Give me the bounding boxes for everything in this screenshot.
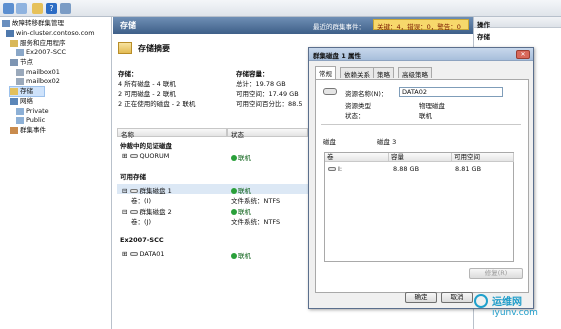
disk-label: 磁盘: [323, 138, 336, 146]
volume-icon: [328, 167, 336, 171]
resource-type-label: 资源类型: [345, 102, 371, 110]
properties-dialog: 群集磁盘 1 属性 ✕ 常规 依赖关系 策略 高级策略 资源名称(N)： DAT…: [308, 47, 534, 309]
disk-icon: [129, 210, 138, 214]
summary-pct: 可用空间百分比：88.5: [236, 100, 303, 108]
nodes-icon: [10, 59, 18, 66]
content-header: 存储 最近的群集事件： 关键：4，错误：0，警告：0: [113, 17, 473, 34]
online-icon: [231, 253, 237, 259]
storage-icon: [10, 88, 18, 95]
group-witness-disk: 仲裁中的见证磁盘: [120, 142, 172, 150]
column-header-capacity[interactable]: 容量: [389, 153, 452, 162]
recent-events-badge[interactable]: 关键：4，错误：0，警告：0: [373, 19, 469, 31]
summary-title: 存储摘要: [138, 44, 170, 53]
disk1-volume: 卷：(I): [131, 197, 151, 205]
table-row[interactable]: ⊟ 群集磁盘 1: [122, 185, 172, 195]
cluster-icon: [6, 30, 14, 37]
status-online: 联机: [231, 206, 251, 216]
online-icon: [231, 155, 237, 161]
forward-icon[interactable]: [16, 3, 27, 14]
server-icon: [16, 78, 24, 85]
group-ex2007: Ex2007-SCC: [120, 236, 164, 244]
folder-icon[interactable]: [32, 3, 43, 14]
close-icon[interactable]: ✕: [516, 50, 530, 59]
services-icon: [10, 40, 18, 47]
actions-header: 操作: [474, 17, 561, 29]
column-header-name[interactable]: 名称: [117, 128, 227, 139]
summary-free: 可用空间：17.49 GB: [236, 90, 299, 98]
online-icon: [231, 209, 237, 215]
disk1-filesystem: 文件系统：NTFS: [231, 197, 281, 205]
online-icon: [231, 188, 237, 194]
site-watermark: 运维网 iyunv.com: [470, 290, 560, 326]
network-icon: [16, 117, 24, 124]
dialog-title: 群集磁盘 1 属性: [309, 48, 533, 61]
volume-list: 卷 容量 可用空间 I: 8.88 GB 8.81 GB: [324, 152, 514, 262]
watermark-text: 运维网: [492, 297, 522, 308]
status-online: 联机: [231, 185, 251, 195]
tab-advanced-policies[interactable]: 高级策略: [398, 67, 432, 79]
disk-icon: [129, 189, 138, 193]
column-header-free[interactable]: 可用空间: [452, 153, 514, 162]
disk2-filesystem: 文件系统：NTFS: [231, 218, 281, 226]
back-icon[interactable]: [3, 3, 14, 14]
server-icon: [16, 69, 24, 76]
divider: [321, 124, 521, 125]
properties-icon[interactable]: [60, 3, 71, 14]
navigation-tree: 故障转移群集管理 win-cluster.contoso.com 服务和应用程序…: [0, 17, 112, 329]
page-title: 存储: [120, 21, 136, 30]
expand-icon[interactable]: ⊞: [122, 250, 127, 258]
service-icon: [16, 49, 24, 56]
tab-dependencies[interactable]: 依赖关系: [340, 67, 374, 79]
tab-policies[interactable]: 策略: [373, 67, 394, 79]
summary-capacity-label: 存储容量：: [236, 70, 269, 78]
disk-icon: [129, 252, 138, 256]
summary-storage-label: 存储：: [118, 70, 138, 78]
list-item[interactable]: I:: [328, 165, 342, 173]
column-header-volume[interactable]: 卷: [325, 153, 389, 162]
status-value: 联机: [419, 112, 432, 120]
summary-disks-total: 4 所有磁盘 - 4 联机: [118, 80, 176, 88]
expand-icon[interactable]: ⊞: [122, 152, 127, 160]
network-icon: [10, 98, 18, 105]
summary-total: 总计：19.78 GB: [236, 80, 286, 88]
collapse-icon[interactable]: ⊟: [122, 208, 127, 216]
status-online: 联机: [231, 250, 251, 260]
column-header-status[interactable]: 状态: [227, 128, 308, 139]
status-label: 状态：: [345, 112, 365, 120]
actions-storage-section[interactable]: 存储: [474, 28, 561, 44]
summary-disks-available: 2 可用磁盘 - 2 联机: [118, 90, 176, 98]
toolbar: ?: [0, 0, 561, 17]
table-row[interactable]: ⊞ QUORUM: [122, 152, 169, 160]
recent-events-label: 最近的群集事件：: [313, 23, 365, 31]
tab-general[interactable]: 常规: [315, 66, 336, 79]
cancel-button[interactable]: 取消: [441, 292, 473, 303]
resource-type-value: 物理磁盘: [419, 102, 445, 110]
resource-name-label: 资源名称(N)：: [345, 90, 388, 98]
ok-button[interactable]: 确定: [405, 292, 437, 303]
disk-icon: [129, 154, 138, 158]
help-icon[interactable]: ?: [46, 3, 57, 14]
table-row[interactable]: ⊞ DATA01: [122, 250, 165, 258]
network-icon: [16, 108, 24, 115]
watermark-logo-icon: [474, 294, 488, 308]
volume-free: 8.81 GB: [455, 165, 482, 173]
summary-disks-used: 2 正在使用的磁盘 - 2 联机: [118, 100, 196, 108]
collapse-icon[interactable]: ⊟: [122, 187, 127, 195]
volume-capacity: 8.88 GB: [393, 165, 420, 173]
storage-summary-icon: [118, 42, 132, 54]
disk-icon: [323, 88, 337, 95]
events-icon: [10, 127, 18, 134]
status-online: 联机: [231, 152, 251, 162]
resource-name-input[interactable]: DATA02: [399, 87, 503, 97]
disk2-volume: 卷：(J): [131, 218, 151, 226]
repair-button[interactable]: 修复(R): [469, 268, 523, 279]
disk-value: 磁盘 3: [377, 138, 397, 146]
tree-storage[interactable]: 存储: [9, 86, 45, 97]
table-row[interactable]: ⊟ 群集磁盘 2: [122, 206, 172, 216]
group-available-storage: 可用存储: [120, 173, 146, 181]
watermark-url: iyunv.com: [492, 308, 538, 318]
cluster-manager-icon: [2, 20, 10, 27]
